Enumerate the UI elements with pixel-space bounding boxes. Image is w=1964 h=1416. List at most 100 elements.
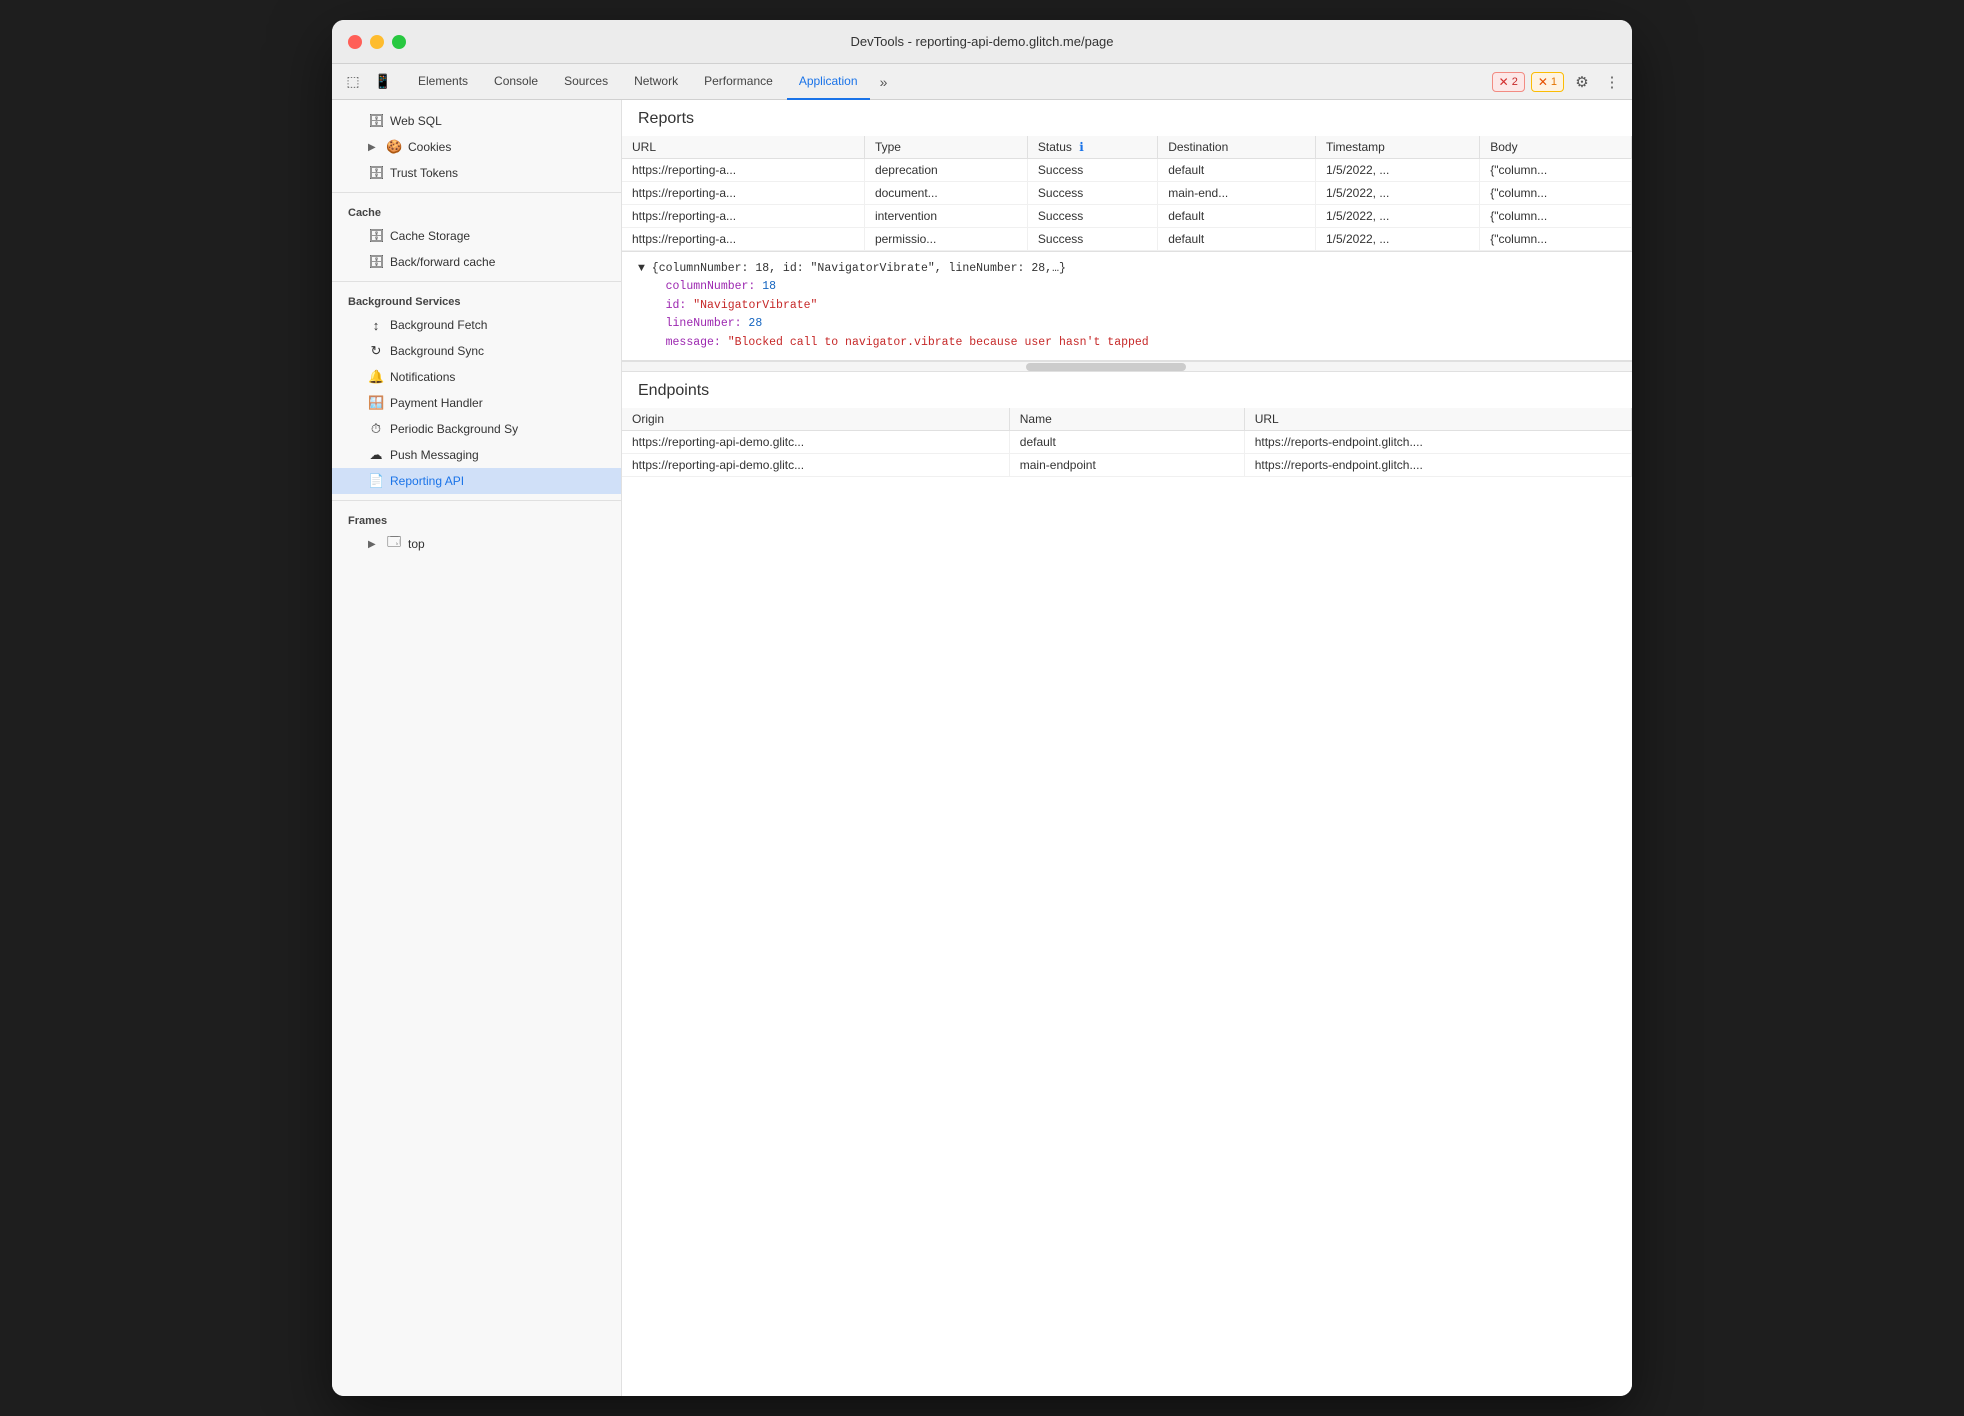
- periodic-bg-sync-icon: ⏱: [368, 421, 384, 437]
- sidebar-item-periodic-background-sync[interactable]: ⏱ Periodic Background Sy: [332, 416, 621, 442]
- cell-url: https://reports-endpoint.glitch....: [1244, 453, 1631, 476]
- cell-body: {"column...: [1480, 182, 1632, 205]
- table-row[interactable]: https://reporting-a... permissio... Succ…: [622, 228, 1632, 251]
- frames-section-header: Frames: [332, 507, 621, 531]
- endpoints-section: Endpoints Origin Name URL https:: [622, 372, 1632, 1396]
- code-line-5: message: "Blocked call to navigator.vibr…: [638, 334, 1616, 352]
- table-row[interactable]: https://reporting-api-demo.glitc... main…: [622, 453, 1632, 476]
- endpoints-table-container[interactable]: Origin Name URL https://reporting-api-de…: [622, 408, 1632, 1396]
- reporting-api-icon: 📄: [368, 473, 384, 489]
- main-panel: Reports URL Type Status ℹ Destinat: [622, 100, 1632, 1396]
- col-status: Status ℹ: [1027, 136, 1157, 159]
- minimize-button[interactable]: [370, 35, 384, 49]
- cell-body: {"column...: [1480, 228, 1632, 251]
- tab-elements[interactable]: Elements: [406, 64, 480, 100]
- cookies-icon: 🍪: [386, 139, 402, 155]
- tab-network[interactable]: Network: [622, 64, 690, 100]
- cell-timestamp: 1/5/2022, ...: [1315, 182, 1479, 205]
- main-content: 🗄 Web SQL ▶ 🍪 Cookies 🗄 Trust Tokens Cac…: [332, 100, 1632, 1396]
- cell-timestamp: 1/5/2022, ...: [1315, 205, 1479, 228]
- cell-body: {"column...: [1480, 205, 1632, 228]
- cell-status: Success: [1027, 205, 1157, 228]
- table-row[interactable]: https://reporting-a... deprecation Succe…: [622, 159, 1632, 182]
- mobile-icon[interactable]: 📱: [370, 69, 396, 95]
- sidebar-item-trust-tokens[interactable]: 🗄 Trust Tokens: [332, 160, 621, 186]
- sidebar-item-cache-storage[interactable]: 🗄 Cache Storage: [332, 223, 621, 249]
- table-row[interactable]: https://reporting-api-demo.glitc... defa…: [622, 430, 1632, 453]
- code-line-1: ▼ {columnNumber: 18, id: "NavigatorVibra…: [638, 260, 1616, 278]
- divider-1: [332, 192, 621, 193]
- settings-button[interactable]: ⚙: [1570, 70, 1594, 94]
- tab-sources[interactable]: Sources: [552, 64, 620, 100]
- cell-name: default: [1009, 430, 1244, 453]
- endpoints-table: Origin Name URL https://reporting-api-de…: [622, 408, 1632, 477]
- cell-timestamp: 1/5/2022, ...: [1315, 159, 1479, 182]
- payment-handler-icon: 🪟: [368, 395, 384, 411]
- code-line-4: lineNumber: 28: [638, 315, 1616, 333]
- cell-type: deprecation: [864, 159, 1027, 182]
- push-messaging-icon: ☁: [368, 447, 384, 463]
- sidebar-item-web-sql[interactable]: 🗄 Web SQL: [332, 108, 621, 134]
- back-forward-cache-icon: 🗄: [368, 254, 384, 270]
- top-frame-icon: 🗔: [386, 533, 402, 555]
- col-url: URL: [1244, 408, 1631, 431]
- close-button[interactable]: [348, 35, 362, 49]
- cell-body: {"column...: [1480, 159, 1632, 182]
- background-sync-icon: ↻: [368, 343, 384, 359]
- col-origin: Origin: [622, 408, 1009, 431]
- reports-title: Reports: [622, 100, 1632, 136]
- cell-status: Success: [1027, 159, 1157, 182]
- cache-storage-icon: 🗄: [368, 228, 384, 244]
- cell-destination: default: [1158, 159, 1316, 182]
- devtools-tabbar: ⬚ 📱 Elements Console Sources Network Per…: [332, 64, 1632, 100]
- table-row[interactable]: https://reporting-a... intervention Succ…: [622, 205, 1632, 228]
- cell-type: permissio...: [864, 228, 1027, 251]
- trust-tokens-icon: 🗄: [368, 165, 384, 181]
- sidebar-item-payment-handler[interactable]: 🪟 Payment Handler: [332, 390, 621, 416]
- titlebar: DevTools - reporting-api-demo.glitch.me/…: [332, 20, 1632, 64]
- cell-destination: main-end...: [1158, 182, 1316, 205]
- cell-url: https://reporting-a...: [622, 182, 864, 205]
- sidebar-item-background-fetch[interactable]: ↕ Background Fetch: [332, 312, 621, 338]
- cursor-icon[interactable]: ⬚: [340, 69, 366, 95]
- col-timestamp: Timestamp: [1315, 136, 1479, 159]
- cell-type: document...: [864, 182, 1027, 205]
- tab-console[interactable]: Console: [482, 64, 550, 100]
- tab-performance[interactable]: Performance: [692, 64, 785, 100]
- sidebar-item-push-messaging[interactable]: ☁ Push Messaging: [332, 442, 621, 468]
- scrollbar-thumb[interactable]: [1026, 363, 1186, 371]
- cell-type: intervention: [864, 205, 1027, 228]
- more-options-button[interactable]: ⋮: [1600, 70, 1624, 94]
- sidebar-item-top[interactable]: ▶ 🗔 top: [332, 531, 621, 557]
- devtools-window: DevTools - reporting-api-demo.glitch.me/…: [332, 20, 1632, 1396]
- col-body: Body: [1480, 136, 1632, 159]
- divider-3: [332, 500, 621, 501]
- expand-icon: ▶: [368, 142, 380, 153]
- sidebar: 🗄 Web SQL ▶ 🍪 Cookies 🗄 Trust Tokens Cac…: [332, 100, 622, 1396]
- maximize-button[interactable]: [392, 35, 406, 49]
- cache-section-header: Cache: [332, 199, 621, 223]
- more-tabs-button[interactable]: »: [872, 70, 896, 94]
- error-badge[interactable]: ✕ 2: [1492, 72, 1525, 92]
- code-detail-block: ▼ {columnNumber: 18, id: "NavigatorVibra…: [622, 251, 1632, 361]
- reports-table: URL Type Status ℹ Destination Timestamp …: [622, 136, 1632, 251]
- warn-count: 1: [1551, 76, 1557, 88]
- divider-2: [332, 281, 621, 282]
- reports-table-container[interactable]: URL Type Status ℹ Destination Timestamp …: [622, 136, 1632, 251]
- sidebar-item-cookies[interactable]: ▶ 🍪 Cookies: [332, 134, 621, 160]
- col-type: Type: [864, 136, 1027, 159]
- sidebar-item-reporting-api[interactable]: 📄 Reporting API: [332, 468, 621, 494]
- status-help-icon[interactable]: ℹ: [1079, 140, 1084, 154]
- tab-application[interactable]: Application: [787, 64, 870, 100]
- sidebar-item-notifications[interactable]: 🔔 Notifications: [332, 364, 621, 390]
- traffic-lights: [348, 35, 406, 49]
- horizontal-scrollbar[interactable]: [622, 361, 1632, 371]
- warn-badge[interactable]: ✕ 1: [1531, 72, 1564, 92]
- sidebar-item-back-forward-cache[interactable]: 🗄 Back/forward cache: [332, 249, 621, 275]
- web-sql-icon: 🗄: [368, 113, 384, 129]
- sidebar-item-background-sync[interactable]: ↻ Background Sync: [332, 338, 621, 364]
- code-line-3: id: "NavigatorVibrate": [638, 297, 1616, 315]
- code-line-2: columnNumber: 18: [638, 278, 1616, 296]
- table-row[interactable]: https://reporting-a... document... Succe…: [622, 182, 1632, 205]
- cell-url: https://reports-endpoint.glitch....: [1244, 430, 1631, 453]
